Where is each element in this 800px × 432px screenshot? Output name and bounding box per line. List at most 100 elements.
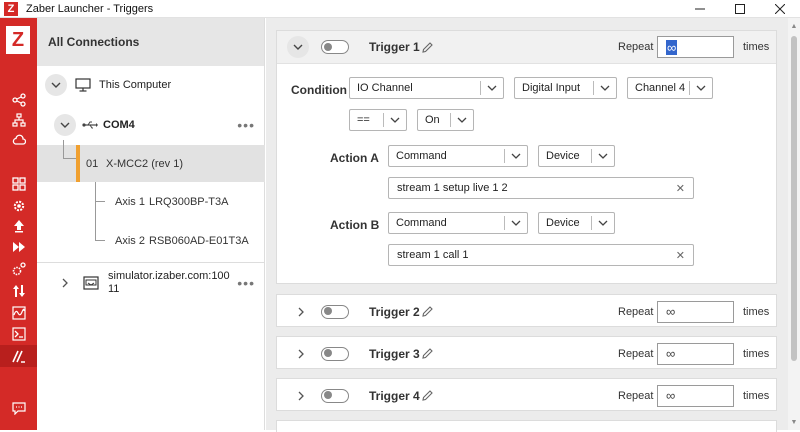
- condition-channel-value: Channel 4: [635, 82, 686, 94]
- axis-row[interactable]: Axis 2 RSB060AD-E01T3A: [37, 231, 265, 251]
- close-icon: [775, 4, 785, 14]
- repeat-value: ∞: [666, 346, 676, 361]
- repeat-input[interactable]: ∞: [657, 342, 734, 365]
- action-b-kind-select[interactable]: Command: [388, 212, 528, 234]
- condition-label: Condition: [291, 83, 347, 97]
- action-b-target-value: Device: [546, 217, 580, 229]
- scrollbar[interactable]: ▲ ▼: [788, 18, 800, 430]
- simulator-more-menu[interactable]: •••: [237, 275, 255, 291]
- axis-label: Axis 1: [115, 196, 145, 208]
- chevron-right-icon[interactable]: [295, 390, 307, 402]
- chevron-down-icon[interactable]: [45, 74, 67, 96]
- repeat-value: ∞: [666, 304, 676, 319]
- gear-icon[interactable]: [0, 196, 37, 216]
- repeat-input[interactable]: ∞: [657, 384, 734, 407]
- divider: [37, 262, 265, 263]
- trigger-enable-toggle[interactable]: [321, 40, 349, 54]
- maximize-button[interactable]: [720, 0, 760, 18]
- axis-row[interactable]: Axis 1 LRQ300BP-T3A: [37, 192, 265, 212]
- condition-operator-select[interactable]: ==: [349, 109, 407, 131]
- app-rail: Z: [0, 18, 37, 430]
- upload-icon[interactable]: [0, 216, 37, 236]
- action-a-kind-select[interactable]: Command: [388, 145, 528, 167]
- chevron-down-icon: [598, 220, 608, 226]
- pencil-icon[interactable]: [421, 389, 434, 402]
- repeat-label: Repeat: [618, 41, 654, 53]
- chevron-right-icon[interactable]: [60, 278, 70, 288]
- chevron-down-icon: [696, 85, 706, 91]
- all-connections-label: All Connections: [48, 35, 140, 49]
- pencil-icon[interactable]: [421, 41, 434, 54]
- com4-label: COM4: [103, 119, 135, 131]
- chevron-down-icon[interactable]: [54, 114, 76, 136]
- action-b-target-select[interactable]: Device: [538, 212, 615, 234]
- trigger-header[interactable]: Trigger 4 Repeat ∞ times: [277, 379, 776, 412]
- minimize-button[interactable]: [680, 0, 720, 18]
- fast-forward-icon[interactable]: [0, 237, 37, 257]
- app-logo-icon: Z: [4, 1, 18, 16]
- action-a-command-input[interactable]: stream 1 setup live 1 2 ✕: [388, 177, 694, 199]
- com4-more-menu[interactable]: •••: [237, 117, 255, 133]
- this-computer-row[interactable]: This Computer: [37, 70, 265, 100]
- chevron-right-icon[interactable]: [295, 348, 307, 360]
- repeat-input[interactable]: ∞: [657, 36, 734, 58]
- cloud-icon[interactable]: [0, 130, 37, 150]
- pencil-icon[interactable]: [421, 347, 434, 360]
- tree-line: [63, 158, 76, 159]
- condition-value-value: On: [425, 114, 440, 126]
- simulator-row[interactable]: simulator.izaber.com:100 11 •••: [37, 268, 265, 298]
- trigger-card-partial: [276, 420, 777, 432]
- repeat-input[interactable]: ∞: [657, 300, 734, 323]
- com4-row[interactable]: COM4 •••: [37, 110, 265, 140]
- times-label: times: [743, 389, 770, 402]
- simulator-icon: [83, 276, 99, 290]
- action-a-label: Action A: [330, 151, 379, 165]
- share-icon[interactable]: [0, 90, 37, 110]
- trigger-card: Trigger 3 Repeat ∞ times: [276, 336, 777, 369]
- controller-row[interactable]: 01 X-MCC2 (rev 1): [37, 145, 265, 182]
- chevron-down-icon: [511, 153, 521, 159]
- scroll-down-icon[interactable]: ▼: [788, 416, 800, 428]
- condition-type-select[interactable]: Digital Input: [514, 77, 617, 99]
- maximize-icon: [735, 4, 745, 14]
- trigger-enable-toggle[interactable]: [321, 346, 349, 361]
- chat-icon[interactable]: [0, 398, 37, 418]
- network-icon[interactable]: [0, 110, 37, 130]
- trigger-title: Trigger 2: [369, 304, 420, 319]
- chevron-down-icon: [390, 117, 400, 123]
- trigger-header[interactable]: Trigger 1 Repeat ∞ times: [277, 31, 776, 64]
- times-label: times: [743, 347, 770, 360]
- axis-device: RSB060AD-E01T3A: [149, 235, 249, 247]
- trigger-header[interactable]: Trigger 3 Repeat ∞ times: [277, 337, 776, 370]
- trigger-header[interactable]: Trigger 2 Repeat ∞ times: [277, 295, 776, 328]
- triggers-icon[interactable]: [0, 346, 37, 366]
- axis-device: LRQ300BP-T3A: [149, 196, 229, 208]
- chevron-down-icon[interactable]: [287, 36, 309, 58]
- trigger-enable-toggle[interactable]: [321, 304, 349, 319]
- condition-value-select[interactable]: On: [417, 109, 474, 131]
- clear-icon[interactable]: ✕: [676, 182, 685, 195]
- grid-icon[interactable]: [0, 174, 37, 194]
- action-a-command-value: stream 1 setup live 1 2: [397, 182, 508, 194]
- arrows-icon[interactable]: [0, 281, 37, 301]
- clear-icon[interactable]: ✕: [676, 249, 685, 262]
- settings-icon[interactable]: [0, 259, 37, 279]
- chevron-down-icon: [487, 85, 497, 91]
- condition-source-select[interactable]: IO Channel: [349, 77, 504, 99]
- action-a-target-select[interactable]: Device: [538, 145, 615, 167]
- chevron-right-icon[interactable]: [295, 306, 307, 318]
- all-connections-header[interactable]: All Connections: [37, 18, 264, 66]
- action-b-command-input[interactable]: stream 1 call 1 ✕: [388, 244, 694, 266]
- minimize-icon: [695, 8, 705, 10]
- this-computer-label: This Computer: [99, 79, 172, 91]
- condition-channel-select[interactable]: Channel 4: [627, 77, 713, 99]
- trigger-enable-toggle[interactable]: [321, 388, 349, 403]
- oscilloscope-icon[interactable]: [0, 303, 37, 323]
- controller-name: X-MCC2 (rev 1): [106, 157, 184, 170]
- close-button[interactable]: [760, 0, 800, 18]
- scroll-up-icon[interactable]: ▲: [788, 20, 800, 32]
- terminal-icon[interactable]: [0, 324, 37, 344]
- times-label: times: [743, 41, 770, 53]
- pencil-icon[interactable]: [421, 305, 434, 318]
- scroll-thumb[interactable]: [791, 36, 797, 361]
